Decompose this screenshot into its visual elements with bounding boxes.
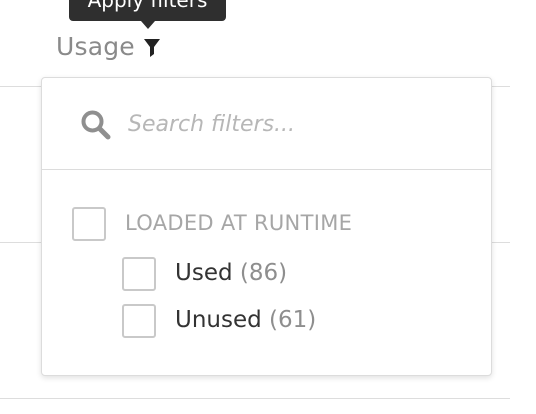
usage-column-header: Usage: [56, 30, 161, 62]
unused-option[interactable]: Unused (61): [175, 307, 316, 333]
used-option[interactable]: Used (86): [175, 260, 287, 286]
usage-filter-view: Apply filters Usage LOADED AT RUNTIME: [0, 0, 536, 414]
column-header-label: Usage: [56, 31, 135, 61]
used-label: Used: [175, 260, 233, 286]
loaded-at-runtime-checkbox[interactable]: [72, 207, 106, 241]
filter-dropdown-panel: LOADED AT RUNTIME Used (86) Unused (61): [41, 77, 492, 376]
row-divider: [0, 398, 510, 399]
unused-checkbox[interactable]: [122, 304, 156, 338]
loaded-at-runtime-label: LOADED AT RUNTIME: [125, 211, 353, 235]
filter-search-input[interactable]: [128, 104, 458, 144]
filter-icon[interactable]: [143, 38, 161, 58]
used-checkbox[interactable]: [122, 257, 156, 291]
unused-count: (61): [269, 307, 317, 333]
tooltip-text: Apply filters: [87, 0, 208, 12]
search-icon: [80, 109, 112, 141]
tooltip-arrow: [141, 21, 155, 29]
unused-label: Unused: [175, 307, 262, 333]
apply-filters-tooltip: Apply filters: [69, 0, 226, 21]
filter-search-row: [42, 78, 491, 170]
used-count: (86): [239, 260, 288, 286]
